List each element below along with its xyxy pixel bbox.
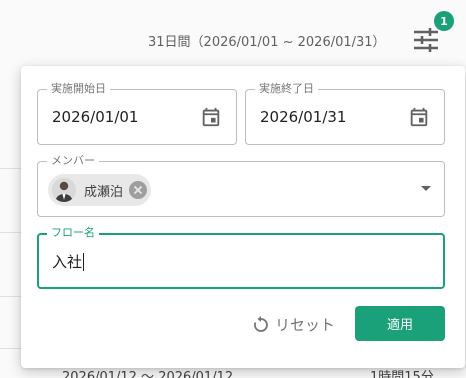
flow-name-field[interactable]: フロー名 入社 — [37, 226, 445, 289]
member-chip-label: 成瀬泊 — [84, 184, 124, 200]
list-divider — [0, 168, 22, 169]
list-divider — [0, 296, 22, 297]
reset-label: リセット — [275, 315, 336, 334]
flow-name-input[interactable]: 入社 — [52, 251, 85, 272]
end-date-field[interactable]: 実施終了日 2026/01/31 — [245, 82, 445, 145]
flow-name-value: 入社 — [52, 253, 83, 271]
list-divider — [0, 232, 22, 233]
end-date-label: 実施終了日 — [255, 82, 318, 96]
avatar — [52, 178, 76, 202]
reset-button[interactable]: リセット — [245, 306, 343, 342]
calendar-icon[interactable] — [200, 106, 222, 128]
start-date-label: 実施開始日 — [47, 82, 110, 96]
flow-name-label: フロー名 — [47, 226, 99, 240]
member-label: メンバー — [47, 154, 99, 168]
person-avatar-icon — [52, 178, 76, 202]
member-select[interactable]: メンバー 成瀬泊 — [37, 154, 445, 217]
tune-icon — [414, 28, 438, 52]
text-caret — [83, 252, 85, 271]
calendar-icon[interactable] — [408, 106, 430, 128]
filter-count-badge: 1 — [434, 11, 454, 31]
filter-toggle-button[interactable] — [410, 26, 442, 54]
arrow-drop-down-icon[interactable] — [420, 185, 432, 193]
start-date-value[interactable]: 2026/01/01 — [52, 108, 138, 126]
filter-panel: 実施開始日 2026/01/01 実施終了日 2026/01/31 メンバー 成… — [21, 66, 465, 368]
refresh-icon — [254, 316, 268, 332]
end-date-value[interactable]: 2026/01/31 — [260, 108, 346, 126]
list-divider — [0, 348, 22, 349]
member-chip: 成瀬泊 — [48, 174, 152, 206]
date-range-summary: 31日間（2026/01/01 ~ 2026/01/31） — [148, 35, 386, 50]
cancel-icon[interactable] — [129, 181, 148, 199]
start-date-field[interactable]: 実施開始日 2026/01/01 — [37, 82, 237, 145]
apply-button[interactable]: 適用 — [355, 306, 445, 341]
